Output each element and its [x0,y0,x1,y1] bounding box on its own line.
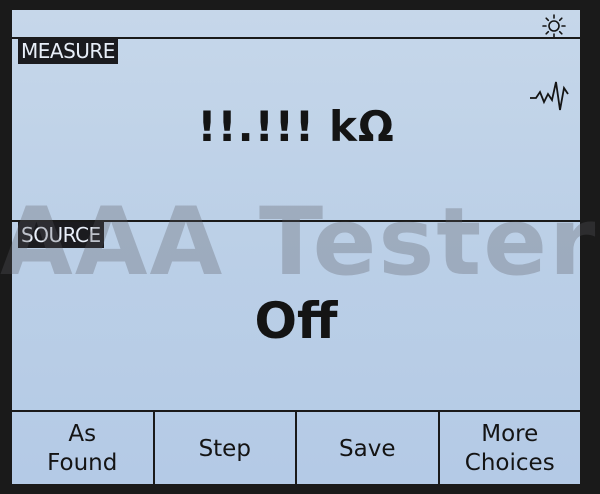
more-choices-softkey[interactable]: More Choices [440,412,581,484]
source-label: SOURCE [18,222,104,248]
step-softkey[interactable]: Step [155,412,297,484]
measure-unit: kΩ [329,102,395,151]
measure-value: !!.!!! [197,102,316,151]
device-screen: MEASURE !!.!!! kΩ SOURCE Off As Found Ste… [12,10,580,484]
save-softkey[interactable]: Save [297,412,440,484]
measure-label: MEASURE [18,38,118,64]
measure-reading: !!.!!! kΩ [12,102,580,151]
sun-icon[interactable] [542,14,566,38]
source-value: Off [254,292,338,350]
softkey-bar: As Found Step Save More Choices [12,410,580,484]
as-found-softkey[interactable]: As Found [12,412,155,484]
